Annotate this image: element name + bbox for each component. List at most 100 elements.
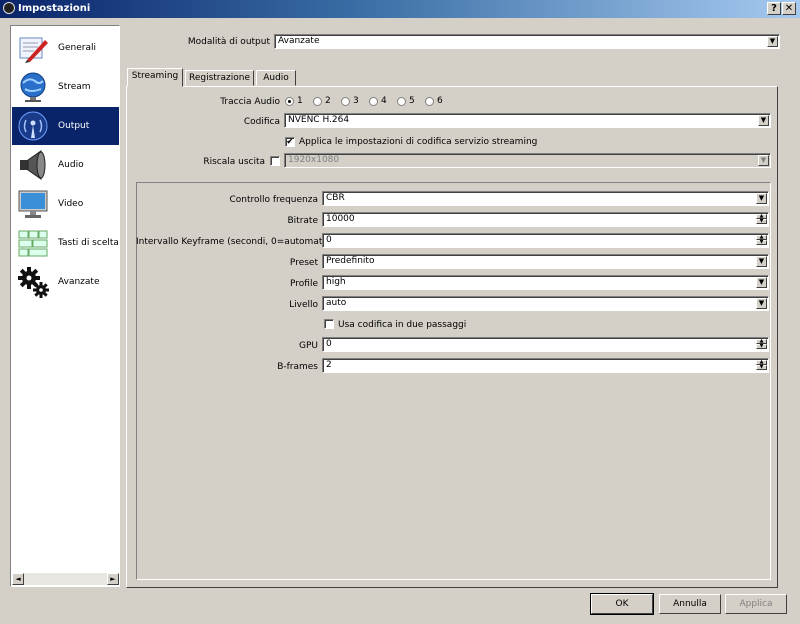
general-icon — [19, 37, 48, 63]
preset-value: Predefinito — [326, 256, 375, 266]
close-button[interactable]: ✕ — [782, 2, 796, 15]
scroll-left-arrow-icon[interactable]: ◄ — [12, 573, 24, 585]
help-button[interactable]: ? — [767, 2, 781, 15]
tab-audio[interactable]: Audio — [256, 70, 296, 86]
speaker-icon — [20, 150, 46, 180]
gpu-label: GPU — [299, 341, 318, 351]
preset-label: Preset — [289, 258, 318, 268]
apply-button[interactable]: Applica — [725, 594, 787, 614]
sidebar-item-label: Generali — [58, 43, 96, 53]
bframes-value: 2 — [326, 360, 332, 370]
obs-logo-icon — [3, 2, 15, 14]
audio-track-radio-6[interactable] — [425, 97, 434, 106]
encoder-label: Codifica — [243, 117, 280, 127]
audio-track-radio-5[interactable] — [397, 97, 406, 106]
radio-label: 4 — [381, 96, 387, 106]
sidebar-item-audio[interactable]: Audio — [12, 146, 119, 184]
sidebar-item-stream[interactable]: Stream — [12, 68, 119, 106]
spin-down-icon[interactable]: ▼ — [756, 240, 767, 245]
gpu-value: 0 — [326, 339, 332, 349]
sidebar-item-advanced[interactable]: Avanzate — [12, 263, 119, 301]
spin-down-icon[interactable]: ▼ — [756, 344, 767, 349]
radio-label: 2 — [325, 96, 331, 106]
scroll-right-arrow-icon[interactable]: ► — [107, 573, 119, 585]
tab-registrazione[interactable]: Registrazione — [185, 70, 254, 86]
rate-control-label: Controllo frequenza — [229, 195, 318, 205]
keyboard-icon — [18, 230, 48, 257]
monitor-icon — [18, 190, 48, 218]
rescale-resolution-select[interactable]: 1920x1080 ▼ — [284, 153, 771, 168]
rate-control-value: CBR — [326, 193, 345, 203]
rate-control-select[interactable]: CBR ▼ — [322, 191, 769, 206]
chevron-down-icon: ▼ — [767, 36, 778, 47]
level-label: Livello — [289, 300, 318, 310]
radio-label: 5 — [409, 96, 415, 106]
audio-track-label: Traccia Audio — [220, 97, 280, 107]
sidebar-item-hotkeys[interactable]: Tasti di scelta rapida — [12, 224, 119, 262]
level-value: auto — [326, 298, 347, 308]
chevron-down-icon: ▼ — [756, 193, 767, 204]
sidebar-item-generali[interactable]: Generali — [12, 29, 119, 67]
sidebar-item-label: Avanzate — [58, 277, 100, 287]
tab-streaming[interactable]: Streaming — [127, 68, 183, 87]
sidebar-item-label: Video — [58, 199, 84, 209]
spin-down-icon[interactable]: ▼ — [756, 219, 767, 224]
stream-globe-icon — [20, 72, 46, 102]
chevron-down-icon: ▼ — [758, 155, 769, 166]
spin-down-icon[interactable]: ▼ — [756, 365, 767, 370]
profile-label: Profile — [290, 279, 318, 289]
sidebar-item-label: Audio — [58, 160, 84, 170]
audio-track-radio-1[interactable] — [285, 97, 294, 106]
rescale-label: Riscala uscita — [203, 157, 265, 167]
ok-button[interactable]: OK — [590, 593, 654, 615]
radio-label: 3 — [353, 96, 359, 106]
output-mode-value: Avanzate — [278, 36, 320, 46]
preset-select[interactable]: Predefinito ▼ — [322, 254, 769, 269]
chevron-down-icon: ▼ — [756, 256, 767, 267]
window-title: Impostazioni — [18, 3, 91, 14]
sidebar-item-label: Stream — [58, 82, 91, 92]
two-pass-checkbox[interactable] — [324, 319, 334, 329]
output-antenna-icon — [18, 111, 48, 141]
rescale-checkbox[interactable] — [270, 156, 280, 166]
sidebar-item-output[interactable]: Output — [12, 107, 119, 145]
bframes-label: B-frames — [277, 362, 318, 372]
bitrate-value: 10000 — [326, 214, 355, 224]
sidebar-horizontal-scrollbar[interactable]: ◄ ► — [12, 573, 119, 585]
keyframe-interval-spinbox[interactable]: 0 ▲ ▼ — [322, 233, 769, 248]
level-select[interactable]: auto ▼ — [322, 296, 769, 311]
chevron-down-icon: ▼ — [758, 115, 769, 126]
output-mode-label: Modalità di output — [187, 37, 270, 47]
gears-icon — [18, 267, 49, 298]
keyframe-interval-label: Intervallo Keyframe (secondi, 0=automati… — [136, 237, 339, 247]
gpu-spinbox[interactable]: 0 ▲ ▼ — [322, 337, 769, 352]
profile-select[interactable]: high ▼ — [322, 275, 769, 290]
keyframe-interval-value: 0 — [326, 235, 332, 245]
sidebar-item-video[interactable]: Video — [12, 185, 119, 223]
cancel-button[interactable]: Annulla — [659, 594, 721, 614]
title-bar: Impostazioni ? ✕ — [0, 0, 800, 18]
rescale-resolution-value: 1920x1080 — [288, 155, 340, 165]
spin-buttons[interactable]: ▲ ▼ — [756, 360, 767, 371]
audio-track-radio-4[interactable] — [369, 97, 378, 106]
spin-buttons[interactable]: ▲ ▼ — [756, 339, 767, 350]
apply-service-settings-checkbox[interactable]: ✔ — [285, 137, 295, 147]
sidebar-item-label: Output — [58, 121, 90, 131]
bitrate-spinbox[interactable]: 10000 ▲ ▼ — [322, 212, 769, 227]
chevron-down-icon: ▼ — [756, 277, 767, 288]
encoder-select[interactable]: NVENC H.264 ▼ — [284, 113, 771, 128]
radio-label: 1 — [297, 96, 303, 106]
bframes-spinbox[interactable]: 2 ▲ ▼ — [322, 358, 769, 373]
sidebar-item-label: Tasti di scelta rapida — [58, 238, 118, 248]
bitrate-label: Bitrate — [287, 216, 319, 226]
two-pass-label: Usa codifica in due passaggi — [338, 320, 467, 330]
settings-sidebar: Generali Stream Output Audio Video Tasti… — [10, 25, 120, 587]
audio-track-radio-3[interactable] — [341, 97, 350, 106]
chevron-down-icon: ▼ — [756, 298, 767, 309]
profile-value: high — [326, 277, 346, 287]
apply-service-settings-label: Applica le impostazioni di codifica serv… — [299, 137, 538, 147]
spin-buttons[interactable]: ▲ ▼ — [756, 214, 767, 225]
output-mode-select[interactable]: Avanzate ▼ — [274, 34, 780, 49]
spin-buttons[interactable]: ▲ ▼ — [756, 235, 767, 246]
audio-track-radio-2[interactable] — [313, 97, 322, 106]
